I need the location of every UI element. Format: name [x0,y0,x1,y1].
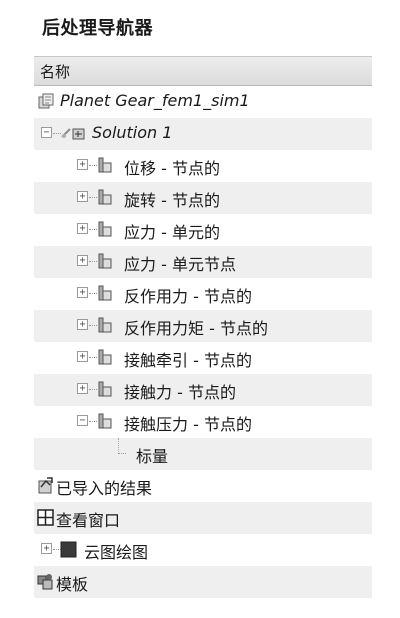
result-icon [98,413,112,429]
viewport-grid-icon [37,509,54,526]
expand-toggle-result[interactable]: + [77,191,88,202]
contour-plot-label: 云图绘图 [84,543,149,562]
tree-node-result[interactable]: + 应力 - 单元的 [34,214,372,246]
templates-icon [37,574,53,590]
tree-node-result[interactable]: + 应力 - 单元节点 [34,246,372,278]
result-icon [98,285,112,301]
solution-label: Solution 1 [92,123,173,142]
tree-node-result[interactable]: + 接触牵引 - 节点的 [34,342,372,374]
result-icon [98,381,112,397]
tree-node-templates[interactable]: 模板 [34,566,372,598]
tree-node-result[interactable]: + 反作用力 - 节点的 [34,278,372,310]
result-icon [98,253,112,269]
tree-node-viewports[interactable]: 查看窗口 [34,502,372,534]
expand-toggle-result[interactable]: + [77,287,88,298]
model-label: Planet Gear_fem1_sim1 [60,91,250,110]
navigator-title-bar: 后处理导航器 [34,0,372,52]
result-label: 反作用力 - 节点的 [124,287,252,306]
expand-toggle-result[interactable]: + [77,383,88,394]
tree-node-scalar[interactable]: 标量 [34,438,372,470]
column-header-label: 名称 [40,63,71,81]
navigator-title: 后处理导航器 [42,18,153,39]
solution-icon [61,128,85,140]
result-label: 旋转 - 节点的 [124,191,220,210]
collapse-toggle-result[interactable]: − [77,415,88,426]
post-processing-navigator: 后处理导航器 名称 Planet Gear_fem1_sim1 − Soluti… [34,0,372,618]
result-icon [98,317,112,333]
result-label: 接触牵引 - 节点的 [124,351,252,370]
expand-toggle-result[interactable]: + [77,319,88,330]
tree-node-model[interactable]: Planet Gear_fem1_sim1 [34,86,372,118]
scalar-label: 标量 [136,447,169,466]
tree-node-result[interactable]: − 接触压力 - 节点的 [34,406,372,438]
result-icon [98,349,112,365]
expand-toggle-contour-plot[interactable]: + [41,543,52,554]
result-label: 接触力 - 节点的 [124,383,236,402]
viewports-label: 查看窗口 [56,511,121,530]
expand-toggle-result[interactable]: + [77,255,88,266]
templates-label: 模板 [56,575,89,594]
expand-toggle-result[interactable]: + [77,159,88,170]
tree-node-result[interactable]: + 位移 - 节点的 [34,150,372,182]
result-label: 位移 - 节点的 [124,159,220,178]
imported-results-icon [38,477,53,494]
result-label: 应力 - 单元节点 [124,255,236,274]
collapse-toggle-solution[interactable]: − [41,127,52,138]
result-label: 应力 - 单元的 [124,223,220,242]
simulation-file-icon [38,93,54,109]
tree-node-imported-results[interactable]: 已导入的结果 [34,470,372,502]
tree-node-result[interactable]: + 反作用力矩 - 节点的 [34,310,372,342]
result-icon [98,157,112,173]
tree-node-solution[interactable]: − Solution 1 [34,118,372,150]
contour-plot-icon [60,541,77,558]
tree-connector [118,453,126,454]
tree-node-result[interactable]: + 接触力 - 节点的 [34,374,372,406]
imported-results-label: 已导入的结果 [56,479,153,498]
tree-node-result[interactable]: + 旋转 - 节点的 [34,182,372,214]
column-header-name[interactable]: 名称 [34,56,372,86]
tree-node-contour-plot[interactable]: + 云图绘图 [34,534,372,566]
tree-connector [118,438,119,454]
result-icon [98,221,112,237]
expand-toggle-result[interactable]: + [77,223,88,234]
result-label: 反作用力矩 - 节点的 [124,319,268,338]
result-icon [98,189,112,205]
result-label: 接触压力 - 节点的 [124,415,252,434]
expand-toggle-result[interactable]: + [77,351,88,362]
